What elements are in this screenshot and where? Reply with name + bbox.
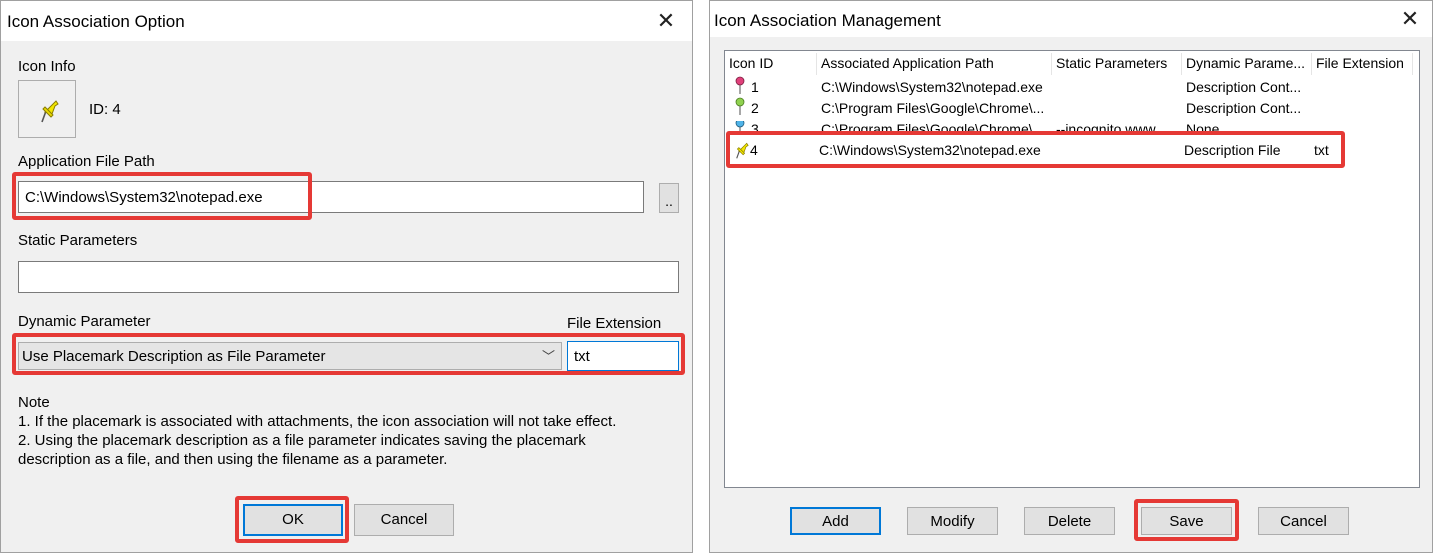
dialog-title: Icon Association Management [714,11,941,30]
dynamic-param-label: Dynamic Parameter [18,313,151,330]
file-ext-input[interactable] [567,341,679,371]
icon-association-option-dialog: Icon Association Option ✕ Icon Info ID: … [0,0,693,553]
title-bar: Icon Association Option ✕ [1,1,692,41]
pushpin-yellow-icon [736,142,749,159]
cell-static: --incognito www.... [1056,121,1171,132]
cell-ext: txt [1314,142,1329,158]
cell-path: C:\Program Files\Google\Chrome\... [821,100,1045,116]
cell-dynamic: Description Cont... [1186,100,1302,116]
column-divider [1051,53,1052,75]
app-path-input[interactable] [18,181,644,213]
cell-icon-id: 4 [750,142,758,158]
cancel-button[interactable]: Cancel [1258,507,1349,535]
pushpin-icon [41,100,59,123]
pushpin-pink-icon [735,76,745,94]
icon-association-management-dialog: Icon Association Management ✕ Icon ID As… [709,0,1433,553]
cell-path: C:\Program Files\Google\Chrome\... [821,121,1045,132]
dialog-title: Icon Association Option [7,12,185,31]
note-line-1: 1. If the placemark is associated with a… [18,413,617,430]
modify-button[interactable]: Modify [907,507,998,535]
note-line-2: 2. Using the placemark description as a … [18,432,586,449]
add-button[interactable]: Add [790,507,881,535]
dynamic-param-value: Use Placemark Description as File Parame… [22,348,326,365]
association-list[interactable]: Icon ID Associated Application Path Stat… [724,50,1420,488]
cell-icon-id: 2 [751,100,759,116]
close-icon[interactable]: ✕ [1396,6,1424,32]
chevron-down-icon: ﹀ [541,349,555,364]
browse-button[interactable]: .. [659,183,679,213]
column-divider [1412,53,1413,75]
column-header-static-params[interactable]: Static Parameters [1056,55,1167,71]
title-bar: Icon Association Management ✕ [710,1,1432,37]
cell-dynamic: Description Cont... [1186,79,1302,95]
close-icon[interactable]: ✕ [652,8,680,34]
cell-dynamic: None [1186,121,1220,132]
cell-path: C:\Windows\System32\notepad.exe [819,142,1041,158]
pushpin-green-icon [735,97,745,115]
column-divider [816,53,817,75]
column-divider [1311,53,1312,75]
column-divider [1181,53,1182,75]
icon-preview-button[interactable] [18,80,76,138]
cancel-button[interactable]: Cancel [354,504,454,536]
save-button[interactable]: Save [1141,507,1232,535]
cell-dynamic: Description File [1184,142,1281,158]
file-ext-label: File Extension [567,315,662,332]
cell-icon-id: 3 [751,121,759,132]
static-params-input[interactable] [18,261,679,293]
static-params-label: Static Parameters [18,232,138,249]
ok-button[interactable]: OK [243,504,343,536]
note-title: Note [18,394,50,411]
app-path-label: Application File Path [18,153,155,170]
dynamic-param-select[interactable]: Use Placemark Description as File Parame… [18,342,562,370]
icon-info-label: Icon Info [18,58,76,75]
pushpin-blue-icon [735,121,745,132]
note-line-3: description as a file, and then using th… [18,451,448,468]
column-header-file-ext[interactable]: File Extension [1316,55,1404,71]
delete-button[interactable]: Delete [1024,507,1115,535]
table-row[interactable]: 3 C:\Program Files\Google\Chrome\... --i… [725,121,1419,132]
column-header-icon-id[interactable]: Icon ID [729,55,773,71]
cell-path: C:\Windows\System32\notepad.exe [821,79,1043,95]
cell-icon-id: 1 [751,79,759,95]
icon-id-text: ID: 4 [89,101,121,118]
column-header-path[interactable]: Associated Application Path [821,55,994,71]
row-4-overlay[interactable]: 4 C:\Windows\System32\notepad.exe Descri… [730,135,1341,164]
column-header-dynamic-params[interactable]: Dynamic Parame... [1186,55,1305,71]
